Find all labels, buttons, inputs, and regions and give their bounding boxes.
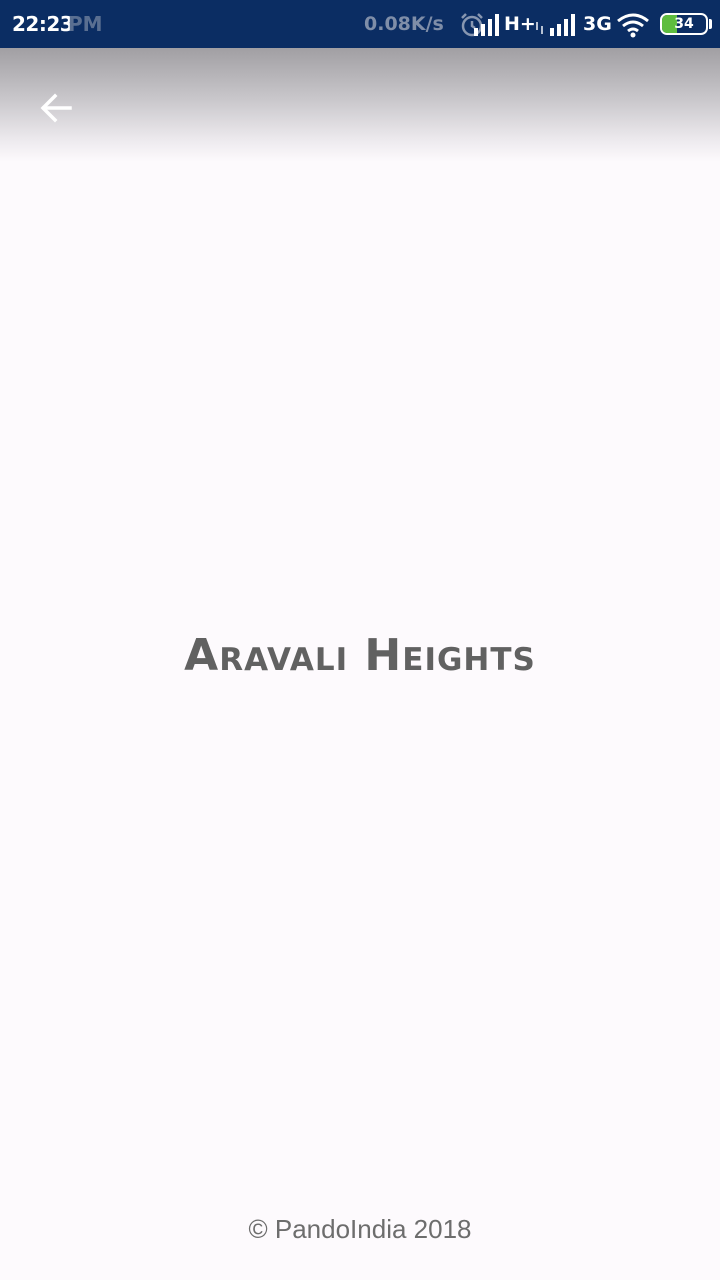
battery-cap <box>709 19 712 29</box>
project-title: Aravali Heights <box>184 630 536 681</box>
signal-icon <box>550 14 575 36</box>
status-time: 22:23 <box>12 12 74 36</box>
splash-screen: 22:23 PM 0.08K/s H+ 3G 34 Aravali Height… <box>0 0 720 1280</box>
network-type-1: H+ <box>504 13 536 35</box>
arrow-back-icon <box>40 93 72 123</box>
back-button[interactable] <box>28 80 84 136</box>
wifi-icon <box>617 13 649 38</box>
network-type-2: 3G <box>583 13 612 35</box>
app-bar <box>0 48 720 162</box>
network-speed: 0.08K/s <box>364 13 444 35</box>
battery-icon: 34 <box>660 13 708 35</box>
battery-level-text: 34 <box>674 16 694 32</box>
status-time-ghost: PM <box>68 12 103 36</box>
data-activity-icon <box>536 22 543 34</box>
copyright-text: © PandoIndia 2018 <box>248 1214 472 1244</box>
status-bar: 22:23 PM 0.08K/s H+ 3G 34 <box>0 0 720 48</box>
signal-icon <box>474 14 499 36</box>
